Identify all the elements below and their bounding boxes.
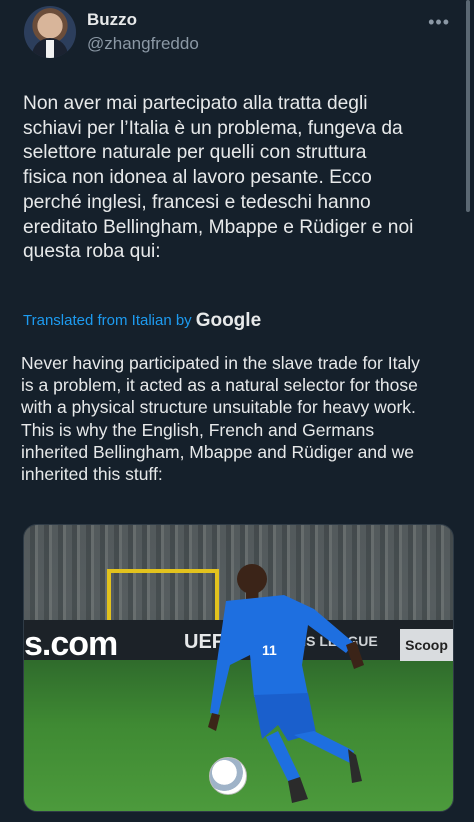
- author-handle[interactable]: @zhangfreddo: [87, 34, 199, 54]
- translation-line: This is why the English, French and Germ…: [21, 419, 375, 440]
- tweet-header: Buzzo @zhangfreddo •••: [24, 6, 454, 62]
- google-logo: Google: [195, 310, 262, 331]
- avatar[interactable]: [24, 6, 76, 58]
- ad-board-text: s.com: [24, 625, 118, 663]
- tweet: Buzzo @zhangfreddo ••• Non aver mai part…: [0, 0, 474, 822]
- original-line: ereditato Bellingham, Mbappe e Rüdiger e…: [23, 216, 414, 238]
- translation-line: inherited Bellingham, Mbappe and Rüdiger…: [21, 441, 415, 462]
- translation-line: is a problem, it acted as a natural sele…: [21, 375, 418, 396]
- tweet-photo[interactable]: s.com UEF NS LEAGUE Scoop 11: [23, 524, 454, 812]
- soccer-ball: [209, 757, 247, 795]
- translation-attribution[interactable]: Translated from Italian by Google: [23, 310, 261, 332]
- jersey-number: 11: [262, 642, 277, 658]
- original-line: selettore naturale per quelli con strutt…: [23, 142, 367, 164]
- original-line: perché inglesi, francesi e tedeschi hann…: [23, 191, 371, 213]
- tweet-original-text: Non aver mai partecipato alla tratta deg…: [23, 92, 453, 265]
- translation-line: Never having participated in the slave t…: [21, 353, 420, 373]
- original-line: Non aver mai partecipato alla tratta deg…: [23, 93, 368, 114]
- translated-label: Translated from Italian by: [23, 312, 192, 329]
- original-line: fisica non idonea al lavoro pesante. Ecc…: [23, 167, 372, 189]
- translation-line: inherited this stuff:: [21, 464, 163, 485]
- more-horizontal-icon[interactable]: •••: [428, 12, 450, 33]
- original-line: schiavi per l’Italia è un problema, fung…: [23, 117, 403, 139]
- tweet-translated-text: Never having participated in the slave t…: [21, 352, 453, 485]
- original-line: questa roba qui:: [23, 241, 161, 263]
- translation-line: with a physical structure unsuitable for…: [21, 397, 416, 418]
- author-name[interactable]: Buzzo: [87, 10, 137, 30]
- scrollbar[interactable]: [466, 0, 470, 212]
- ad-board-text: Scoop: [400, 629, 453, 661]
